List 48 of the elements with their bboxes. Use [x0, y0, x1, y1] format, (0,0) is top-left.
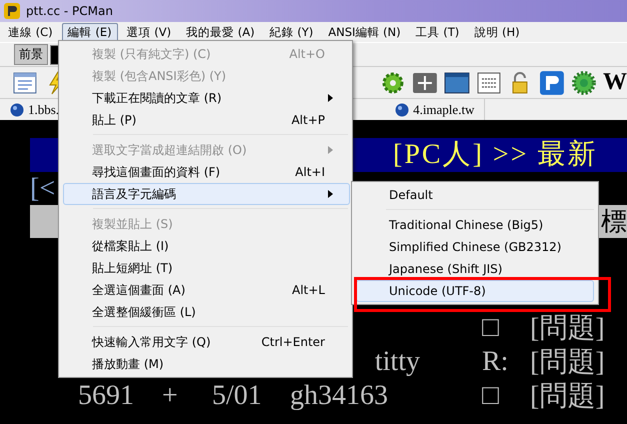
submenu-arrow-icon	[328, 146, 333, 154]
terminal-text: gh34163	[290, 380, 388, 412]
menu-bar-item[interactable]: 工具 (T)	[410, 22, 466, 42]
menu-item[interactable]: Unicode (UTF-8)	[356, 280, 594, 302]
menu-item[interactable]: Japanese (Shift JIS)	[356, 258, 594, 280]
menu-item[interactable]: 快速輸入常用文字 (Q) Ctrl+Enter	[63, 331, 350, 353]
terminal-text: R:	[482, 346, 508, 378]
logo-letter[interactable]: W	[603, 69, 627, 96]
menu-item[interactable]: Simplified Chinese (GB2312)	[356, 236, 594, 258]
menu-item[interactable]: 從檔案貼上 (I)	[63, 235, 350, 257]
menu-bar-item[interactable]: 說明 (H)	[468, 22, 526, 42]
app-logo-icon[interactable]	[539, 70, 566, 96]
terminal-text: [問題]	[530, 380, 605, 414]
terminal-text: 標	[601, 206, 627, 238]
window-title: ptt.cc - PCMan	[26, 4, 113, 18]
menu-item[interactable]: Traditional Chinese (Big5)	[356, 214, 594, 236]
window-icon[interactable]	[444, 70, 470, 96]
menu-item[interactable]: 全選這個畫面 (A) Alt+L	[63, 279, 350, 301]
globe-icon	[395, 102, 410, 116]
list-icon[interactable]	[12, 70, 38, 96]
menu-bar-item[interactable]: 選項 (V)	[120, 22, 178, 42]
grid-icon[interactable]	[476, 70, 502, 96]
foreground-button[interactable]: 前景	[14, 44, 48, 65]
submenu-arrow-icon	[328, 190, 333, 198]
menu-item[interactable]: 全選整個緩衝區 (L)	[63, 301, 350, 323]
terminal-text: [<	[30, 172, 56, 205]
terminal-text: titty	[374, 346, 420, 378]
terminal-text: □	[482, 380, 499, 412]
terminal-text: [問題]	[530, 346, 605, 380]
menu-bar-item[interactable]: ANSI編輯 (N)	[322, 22, 407, 42]
app-logo-icon	[4, 3, 20, 19]
gear-icon[interactable]	[380, 70, 406, 96]
terminal-text: □	[482, 312, 499, 344]
terminal-text: 5691	[78, 380, 134, 412]
menu-item[interactable]: 播放動畫 (M)	[63, 353, 350, 375]
menu-bar-item[interactable]: 我的最愛 (A)	[180, 22, 261, 42]
menu-bar-item[interactable]: 紀錄 (Y)	[264, 22, 320, 42]
menu-item[interactable]: Default	[356, 184, 594, 206]
flower-icon[interactable]	[571, 70, 598, 96]
terminal-text: 5/01	[212, 380, 262, 412]
globe-icon	[10, 102, 24, 116]
menu-item[interactable]: 語言及字元編碼	[63, 183, 350, 205]
terminal-text: +	[162, 380, 178, 412]
submenu-arrow-icon	[328, 94, 333, 102]
menu-bar-item[interactable]: 編輯 (E)	[62, 22, 118, 42]
menu-bar-item[interactable]: 連線 (C)	[2, 22, 59, 42]
menu-item[interactable]: 貼上短網址 (T)	[63, 257, 350, 279]
terminal-text: [問題]	[530, 312, 605, 346]
